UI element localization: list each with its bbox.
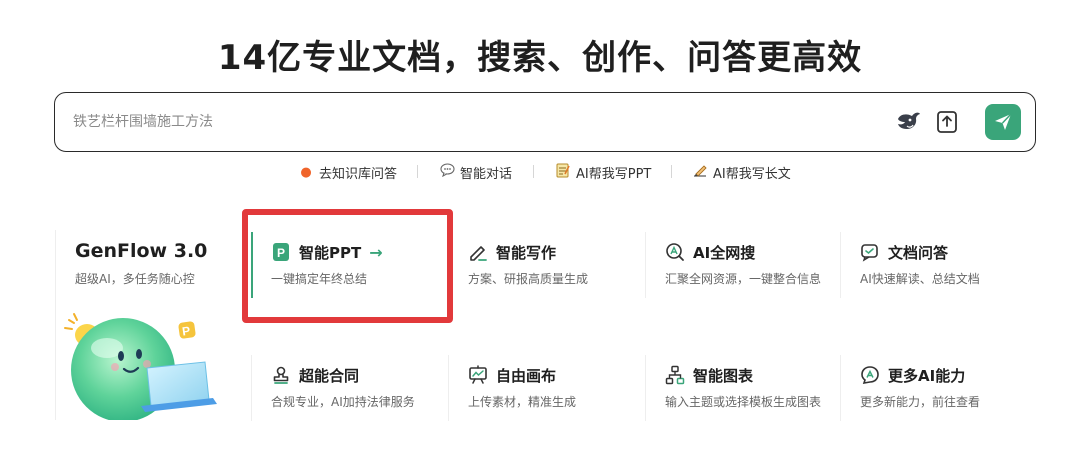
genflow-mascot-illustration: P — [64, 313, 217, 420]
divider — [671, 165, 672, 178]
divider — [251, 355, 252, 421]
doc-chat-icon — [860, 242, 880, 262]
card-free-canvas[interactable]: 自由画布 上传素材，精准生成 — [448, 353, 638, 427]
easel-icon — [468, 365, 488, 385]
card-super-contract[interactable]: 超能合同 合规专业，AI加持法律服务 — [251, 353, 441, 427]
card-subtitle: 输入主题或选择模板生成图表 — [665, 395, 822, 409]
card-title: 自由画布 — [496, 366, 557, 385]
feature-title: GenFlow 3.0 — [75, 240, 208, 262]
card-title: 超能合同 — [299, 366, 360, 385]
upload-icon[interactable] — [935, 109, 959, 135]
page-headline: 14亿专业文档，搜索、创作、问答更高效 — [217, 38, 863, 78]
search-input[interactable] — [73, 93, 853, 150]
send-plane-icon — [995, 113, 1012, 130]
card-doc-qa[interactable]: 文档问答 AI快速解读、总结文档 — [840, 230, 1030, 304]
ai-search-icon — [665, 242, 685, 262]
card-subtitle: 方案、研报高质量生成 — [468, 272, 589, 286]
card-title: 更多AI能力 — [888, 366, 966, 385]
divider — [840, 232, 841, 298]
divider — [448, 355, 449, 421]
card-title: 智能写作 — [496, 243, 557, 262]
stamp-icon — [271, 365, 291, 385]
org-chart-icon — [665, 365, 685, 385]
card-smart-writing[interactable]: 智能写作 方案、研报高质量生成 — [448, 230, 638, 304]
fire-icon: ● — [300, 164, 312, 180]
card-subtitle: 上传素材，精准生成 — [468, 395, 577, 409]
card-ai-web-search[interactable]: AI全网搜 汇聚全网资源，一键整合信息 — [645, 230, 835, 304]
divider — [840, 355, 841, 421]
quick-link-ai-long-text[interactable]: AI帮我写长文 — [692, 160, 791, 184]
send-button[interactable] — [985, 104, 1021, 140]
quick-link-label: 去知识库问答 — [319, 166, 398, 182]
chat-bubble-icon — [439, 163, 455, 181]
pen-icon — [468, 242, 488, 262]
card-title: AI全网搜 — [693, 243, 756, 262]
quick-link-smart-chat[interactable]: 智能对话 — [439, 160, 512, 184]
feature-subtitle: 超级AI，多任务随心控 — [75, 272, 195, 286]
highlight-box — [242, 209, 453, 323]
writing-hand-icon — [692, 163, 708, 182]
divider — [417, 165, 418, 178]
quick-link-label: 智能对话 — [460, 166, 513, 182]
card-subtitle: 汇聚全网资源，一键整合信息 — [665, 272, 822, 286]
memo-icon — [555, 163, 571, 182]
deepseek-whale-icon[interactable] — [895, 107, 923, 135]
card-title: 智能图表 — [693, 366, 754, 385]
quick-link-label: AI帮我写长文 — [713, 166, 791, 182]
card-more-ai[interactable]: 更多AI能力 更多新能力，前往查看 — [840, 353, 1030, 427]
ai-bubble-icon — [860, 365, 880, 385]
card-subtitle: 合规专业，AI加持法律服务 — [271, 395, 415, 409]
card-subtitle: 更多新能力，前往查看 — [860, 395, 981, 409]
divider — [533, 165, 534, 178]
divider — [645, 232, 646, 298]
quick-link-ai-ppt[interactable]: AI帮我写PPT — [555, 160, 651, 184]
search-box[interactable] — [54, 92, 1036, 152]
quick-link-knowledge-qa[interactable]: ● 去知识库问答 — [298, 160, 397, 184]
divider — [645, 355, 646, 421]
card-smart-chart[interactable]: 智能图表 输入主题或选择模板生成图表 — [645, 353, 835, 427]
card-title: 文档问答 — [888, 243, 949, 262]
quick-link-label: AI帮我写PPT — [576, 166, 652, 182]
genflow-feature-card[interactable]: GenFlow 3.0 超级AI，多任务随心控 P — [55, 230, 245, 420]
card-subtitle: AI快速解读、总结文档 — [860, 272, 980, 286]
